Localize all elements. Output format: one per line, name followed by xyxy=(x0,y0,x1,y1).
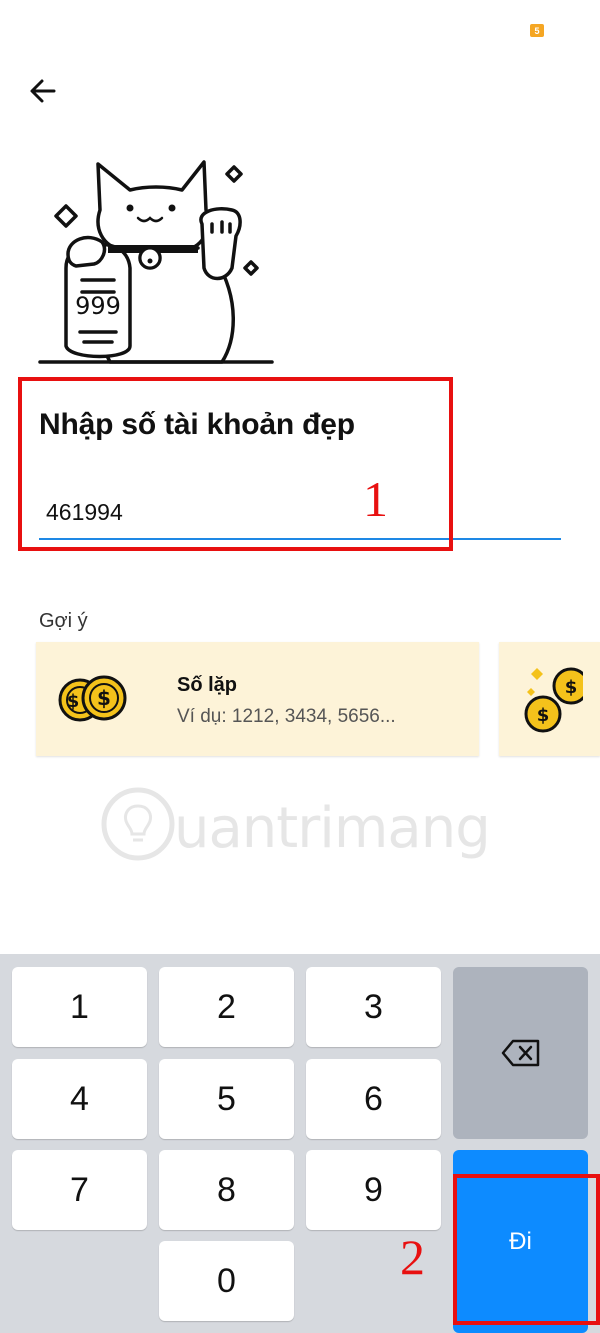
key-9[interactable]: 9 xyxy=(306,1150,441,1230)
watermark-text: uantrimang xyxy=(174,796,491,861)
annotation-number-2: 2 xyxy=(400,1229,425,1285)
svg-text:$: $ xyxy=(537,705,550,726)
lightbulb-icon xyxy=(101,787,175,861)
watermark: uantrimang xyxy=(98,784,491,874)
coin-number: 999 xyxy=(75,292,121,320)
back-button[interactable] xyxy=(22,70,64,112)
key-6[interactable]: 6 xyxy=(306,1059,441,1139)
status-badge: 5 xyxy=(530,24,544,37)
annotation-number-1: 1 xyxy=(363,471,388,527)
key-8[interactable]: 8 xyxy=(159,1150,294,1230)
svg-text:$: $ xyxy=(97,686,111,710)
suggestion-card-repeat[interactable]: $ $ Số lặp Ví dụ: 1212, 3434, 5656... xyxy=(36,642,479,756)
svg-text:$: $ xyxy=(67,691,80,712)
delete-key[interactable] xyxy=(453,967,588,1139)
key-4[interactable]: 4 xyxy=(12,1059,147,1139)
coins-sparkle-icon: $ $ xyxy=(524,667,583,733)
key-0[interactable]: 0 xyxy=(159,1241,294,1321)
card-example: Ví dụ: 1212, 3434, 5656... xyxy=(177,706,396,727)
key-7[interactable]: 7 xyxy=(12,1150,147,1230)
coins-icon: $ $ xyxy=(58,675,127,722)
backspace-icon xyxy=(501,1039,539,1067)
card-title: Số lặp xyxy=(177,674,238,696)
key-5[interactable]: 5 xyxy=(159,1059,294,1139)
key-1[interactable]: 1 xyxy=(12,967,147,1047)
key-3[interactable]: 3 xyxy=(306,967,441,1047)
svg-text:$: $ xyxy=(565,677,578,698)
lucky-cat-icon: 999 xyxy=(38,160,274,364)
suggestion-card-2[interactable]: $ $ xyxy=(499,642,600,756)
suggestions-label: Gợi ý xyxy=(39,610,88,632)
arrow-left-icon xyxy=(30,79,56,103)
key-2[interactable]: 2 xyxy=(159,967,294,1047)
annotation-box-2 xyxy=(453,1174,600,1325)
